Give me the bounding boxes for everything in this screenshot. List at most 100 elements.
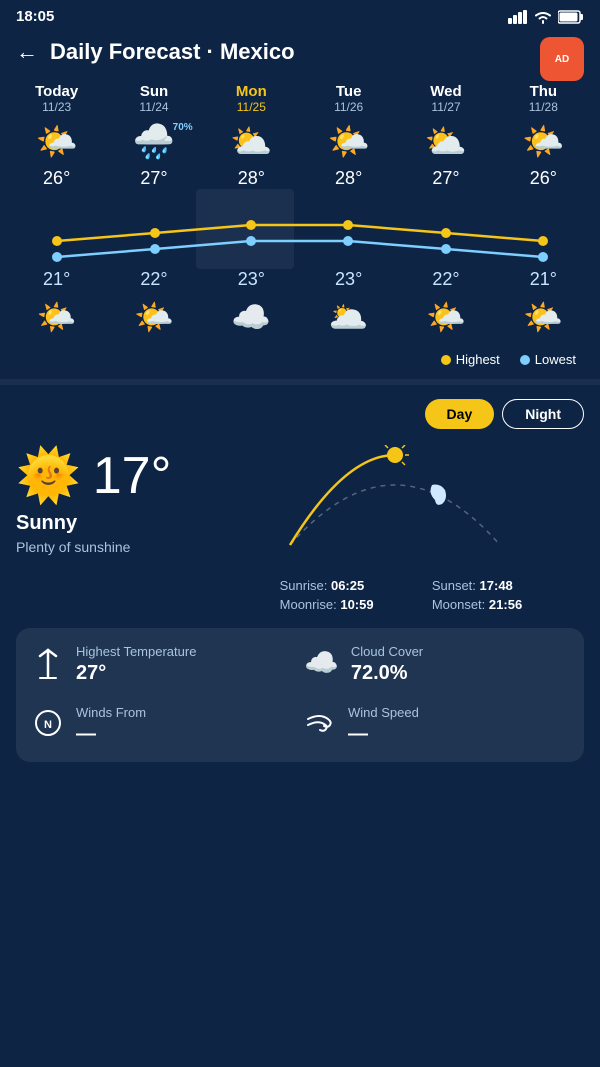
- top-icons-row: 🌤️ 70% 🌧️ ⛅ 🌤️ ⛅ 🌤️: [8, 122, 592, 162]
- sunset-label: Sunset:: [432, 578, 476, 593]
- day-col-0[interactable]: Today 11/23: [8, 79, 105, 118]
- icon-0: 🌤️: [8, 122, 105, 162]
- day-date-1: 11/24: [107, 100, 200, 114]
- day-night-toggle: Day Night: [16, 399, 584, 429]
- back-button[interactable]: ←: [16, 39, 38, 65]
- high-temp-3: 28°: [300, 168, 397, 189]
- cloud-cover-info: Cloud Cover 72.0%: [351, 644, 423, 685]
- day-col-5[interactable]: Thu 11/28: [495, 79, 592, 118]
- days-row: Today 11/23 Sun 11/24 Mon 11/25 Tue 11/2…: [8, 79, 592, 118]
- day-col-2[interactable]: Mon 11/25: [203, 79, 300, 118]
- highest-temp-label: Highest Temperature: [76, 644, 196, 659]
- status-icons: [508, 10, 584, 24]
- moonset-label: Moonset:: [432, 597, 485, 612]
- winds-from-label: Winds From: [76, 705, 146, 720]
- moonrise-label: Moonrise:: [280, 597, 337, 612]
- day-col-4[interactable]: Wed 11/27: [397, 79, 494, 118]
- wind-speed-value: —: [348, 723, 419, 746]
- bottom-icons-row: 🌤️ 🌤️ ☁️ 🌥️ 🌤️ 🌤️: [8, 298, 592, 336]
- sunrise-label: Sunrise:: [280, 578, 328, 593]
- day-date-5: 11/28: [497, 100, 590, 114]
- low-temp-0: 21°: [8, 269, 105, 290]
- night-button[interactable]: Night: [502, 399, 584, 429]
- high-temp-5: 26°: [495, 168, 592, 189]
- sunrise-value: 06:25: [331, 578, 364, 593]
- low-temp-5: 21°: [495, 269, 592, 290]
- bottom-icon-5: 🌤️: [495, 298, 592, 336]
- winds-from-icon: N: [32, 707, 64, 746]
- stats-grid: Highest Temperature 27° ☁️ Cloud Cover 7…: [32, 644, 568, 746]
- day-date-3: 11/26: [302, 100, 395, 114]
- lowest-dot: [520, 355, 530, 365]
- page-title: Daily Forecast · Mexico: [50, 39, 295, 65]
- legend-lowest: Lowest: [520, 352, 576, 367]
- day-name-3: Tue: [302, 83, 395, 100]
- wifi-icon: [534, 10, 552, 24]
- day-date-0: 11/23: [10, 100, 103, 114]
- cloud-cover-value: 72.0%: [351, 662, 423, 685]
- stat-winds-from: N Winds From —: [32, 705, 296, 746]
- sun-arc-svg: [280, 445, 510, 565]
- icon-1: 70% 🌧️: [105, 122, 202, 162]
- bottom-icon-0: 🌤️: [8, 298, 105, 336]
- highest-temp-info: Highest Temperature 27°: [76, 644, 196, 685]
- icon-4: ⛅: [397, 122, 494, 162]
- sun-arc-section: Sunrise: 06:25 Sunset: 17:48 Moonrise: 1…: [270, 445, 584, 612]
- day-name-4: Wed: [399, 83, 492, 100]
- current-weather: 🌞 17° Sunny Plenty of sunshine: [16, 445, 584, 612]
- icon-3: 🌤️: [300, 122, 397, 162]
- current-temperature: 17°: [93, 446, 172, 506]
- wind-speed-icon: [304, 707, 336, 746]
- high-temp-1: 27°: [105, 168, 202, 189]
- forecast-section: Today 11/23 Sun 11/24 Mon 11/25 Tue 11/2…: [0, 79, 600, 379]
- lowest-label: Lowest: [535, 352, 576, 367]
- day-col-3[interactable]: Tue 11/26: [300, 79, 397, 118]
- current-condition: Sunny: [16, 512, 270, 535]
- bottom-icon-2: ☁️: [203, 298, 300, 336]
- bottom-icon-1: 🌤️: [105, 298, 202, 336]
- legend-highest: Highest: [441, 352, 500, 367]
- highest-label: Highest: [456, 352, 500, 367]
- moonset-value: 21:56: [489, 597, 522, 612]
- cloud-cover-label: Cloud Cover: [351, 644, 423, 659]
- icon-5: 🌤️: [495, 122, 592, 162]
- current-weather-icon: 🌞: [16, 445, 81, 506]
- battery-icon: [558, 10, 584, 24]
- wind-speed-label: Wind Speed: [348, 705, 419, 720]
- cloud-cover-icon: ☁️: [304, 646, 339, 679]
- status-bar: 18:05: [0, 0, 600, 29]
- sunrise-label-wrap: Sunrise: 06:25: [280, 578, 432, 593]
- day-col-1[interactable]: Sun 11/24: [105, 79, 202, 118]
- stat-cloud-cover: ☁️ Cloud Cover 72.0%: [304, 644, 568, 689]
- day-date-4: 11/27: [399, 100, 492, 114]
- highest-dot: [441, 355, 451, 365]
- day-date-2: 11/25: [205, 100, 298, 114]
- current-weather-left: 🌞 17° Sunny Plenty of sunshine: [16, 445, 270, 555]
- stats-section: Highest Temperature 27° ☁️ Cloud Cover 7…: [16, 628, 584, 762]
- low-temps-row: 21° 22° 23° 23° 22° 21°: [8, 269, 592, 290]
- current-description: Plenty of sunshine: [16, 539, 270, 555]
- status-time: 18:05: [16, 8, 54, 25]
- moonrise-value: 10:59: [340, 597, 373, 612]
- svg-text:N: N: [44, 719, 52, 731]
- temperature-chart: [8, 189, 592, 269]
- high-temp-4: 27°: [397, 168, 494, 189]
- low-temp-2: 23°: [203, 269, 300, 290]
- day-name-0: Today: [10, 83, 103, 100]
- icon-2: ⛅: [203, 122, 300, 162]
- day-name-1: Sun: [107, 83, 200, 100]
- stat-wind-speed: Wind Speed —: [304, 705, 568, 746]
- bottom-icon-4: 🌤️: [397, 298, 494, 336]
- high-temps-row: 26° 27° 28° 28° 27° 26°: [8, 168, 592, 189]
- signal-icon: [508, 10, 528, 24]
- winds-from-value: —: [76, 723, 146, 746]
- current-temp-row: 🌞 17°: [16, 445, 270, 506]
- moonrise-label-wrap: Moonrise: 10:59: [280, 597, 432, 612]
- winds-from-info: Winds From —: [76, 705, 146, 746]
- bottom-icon-3: 🌥️: [300, 298, 397, 336]
- wind-speed-info: Wind Speed —: [348, 705, 419, 746]
- day-button[interactable]: Day: [425, 399, 495, 429]
- sun-moon-times: Sunrise: 06:25 Sunset: 17:48 Moonrise: 1…: [280, 578, 584, 612]
- stat-highest-temp: Highest Temperature 27°: [32, 644, 296, 689]
- low-temp-4: 22°: [397, 269, 494, 290]
